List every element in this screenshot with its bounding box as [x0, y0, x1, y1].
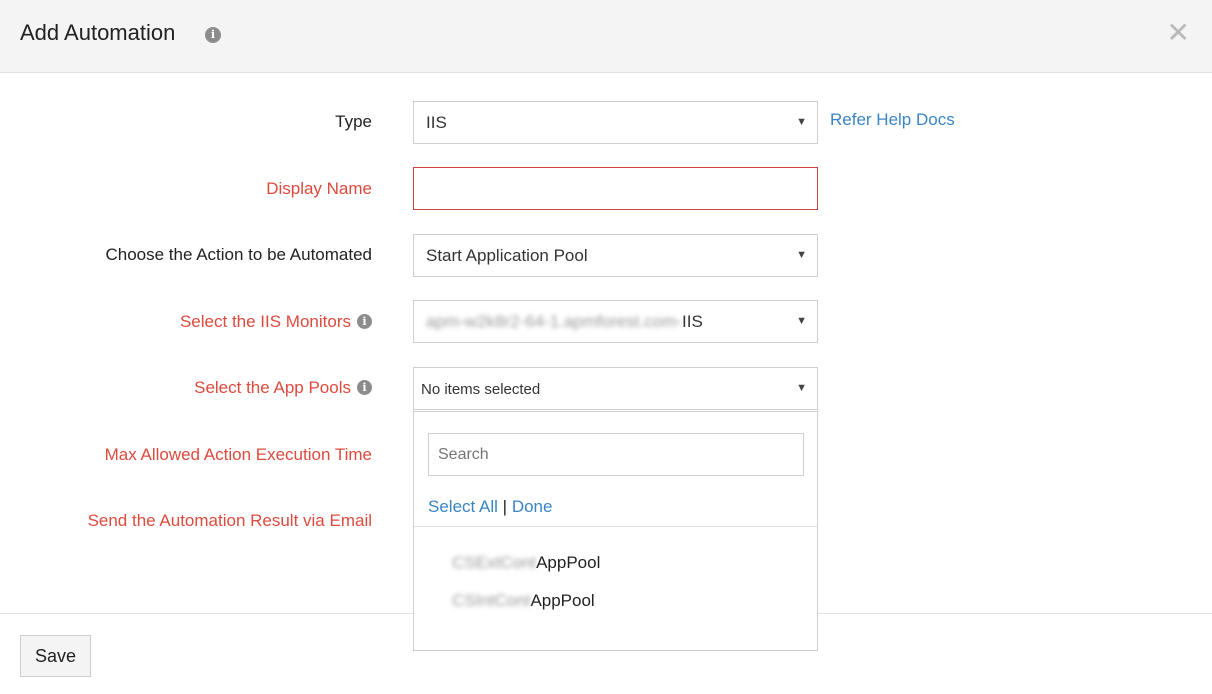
- caret-down-icon: ▼: [796, 116, 807, 128]
- list-item[interactable]: CSIntContAppPool: [452, 591, 595, 611]
- save-button[interactable]: Save: [20, 635, 91, 677]
- type-select[interactable]: IIS ▼: [413, 101, 818, 144]
- type-label: Type: [335, 112, 372, 131]
- info-icon[interactable]: i: [205, 27, 221, 43]
- blurred-hostname: apm-w2k8r2-64-1.apmforest.com-: [426, 312, 683, 331]
- pool-name-suffix: AppPool: [530, 591, 595, 610]
- dialog-title: Add Automation: [20, 20, 176, 45]
- app-pools-value: No items selected: [421, 381, 541, 398]
- caret-down-icon: ▼: [796, 315, 807, 327]
- iis-monitors-label: Select the IIS Monitors i: [180, 312, 372, 332]
- display-name-input[interactable]: [413, 167, 818, 210]
- app-pools-select[interactable]: No items selected ▼: [413, 367, 818, 410]
- select-links: Select All | Done: [428, 497, 552, 517]
- iis-monitors-suffix: IIS: [682, 312, 703, 331]
- refer-help-docs-link[interactable]: Refer Help Docs: [830, 110, 955, 130]
- blurred-pool-prefix: CSExtCont: [452, 553, 537, 572]
- action-select[interactable]: Start Application Pool ▼: [413, 234, 818, 277]
- link-separator: |: [502, 497, 508, 516]
- blurred-pool-prefix: CSIntCont: [452, 591, 531, 610]
- select-all-link[interactable]: Select All: [428, 497, 498, 516]
- display-name-label: Display Name: [266, 179, 372, 198]
- app-pools-label: Select the App Pools i: [194, 378, 372, 398]
- app-pools-search-input[interactable]: [428, 433, 804, 476]
- pool-name-suffix: AppPool: [536, 553, 601, 572]
- max-time-label: Max Allowed Action Execution Time: [104, 445, 372, 464]
- action-value: Start Application Pool: [426, 246, 588, 265]
- info-icon[interactable]: i: [357, 380, 372, 396]
- list-item[interactable]: CSExtContAppPool: [452, 553, 600, 573]
- dialog-header: Add Automation i ✕: [0, 0, 1212, 73]
- done-link[interactable]: Done: [512, 497, 553, 516]
- close-icon[interactable]: ✕: [1167, 18, 1190, 48]
- iis-monitors-value: apm-w2k8r2-64-1.apmforest.com-IIS: [426, 312, 703, 332]
- caret-down-icon: ▼: [796, 382, 807, 394]
- iis-monitors-select[interactable]: apm-w2k8r2-64-1.apmforest.com-IIS ▼: [413, 300, 818, 343]
- app-pools-dropdown: Select All | Done CSExtContAppPool CSInt…: [413, 411, 818, 651]
- caret-down-icon: ▼: [796, 249, 807, 261]
- iis-monitors-label-text: Select the IIS Monitors: [179, 312, 351, 331]
- send-email-label: Send the Automation Result via Email: [87, 511, 372, 530]
- info-icon[interactable]: i: [357, 314, 372, 330]
- divider: [414, 526, 817, 527]
- action-label: Choose the Action to be Automated: [105, 245, 372, 264]
- app-pools-label-text: Select the App Pools: [194, 378, 351, 397]
- type-value: IIS: [426, 113, 447, 132]
